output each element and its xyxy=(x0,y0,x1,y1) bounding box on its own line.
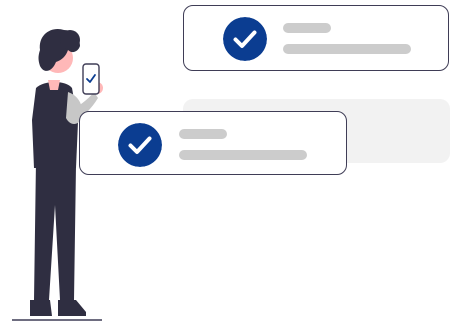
placeholder-line-short xyxy=(179,129,227,139)
shoe-right xyxy=(58,300,86,316)
hair-bun xyxy=(60,30,80,50)
illustration-scene xyxy=(0,0,450,323)
check-circle-icon xyxy=(223,17,267,61)
neck xyxy=(48,80,60,90)
placeholder-line-long xyxy=(283,44,411,54)
phone xyxy=(82,63,100,95)
check-circle-icon xyxy=(118,123,162,167)
task-card-top xyxy=(183,5,449,71)
placeholder-line-short xyxy=(283,23,331,33)
placeholder-line-long xyxy=(179,150,307,160)
task-card-front xyxy=(79,111,347,175)
shoe-left xyxy=(30,300,52,316)
pants xyxy=(34,160,76,300)
